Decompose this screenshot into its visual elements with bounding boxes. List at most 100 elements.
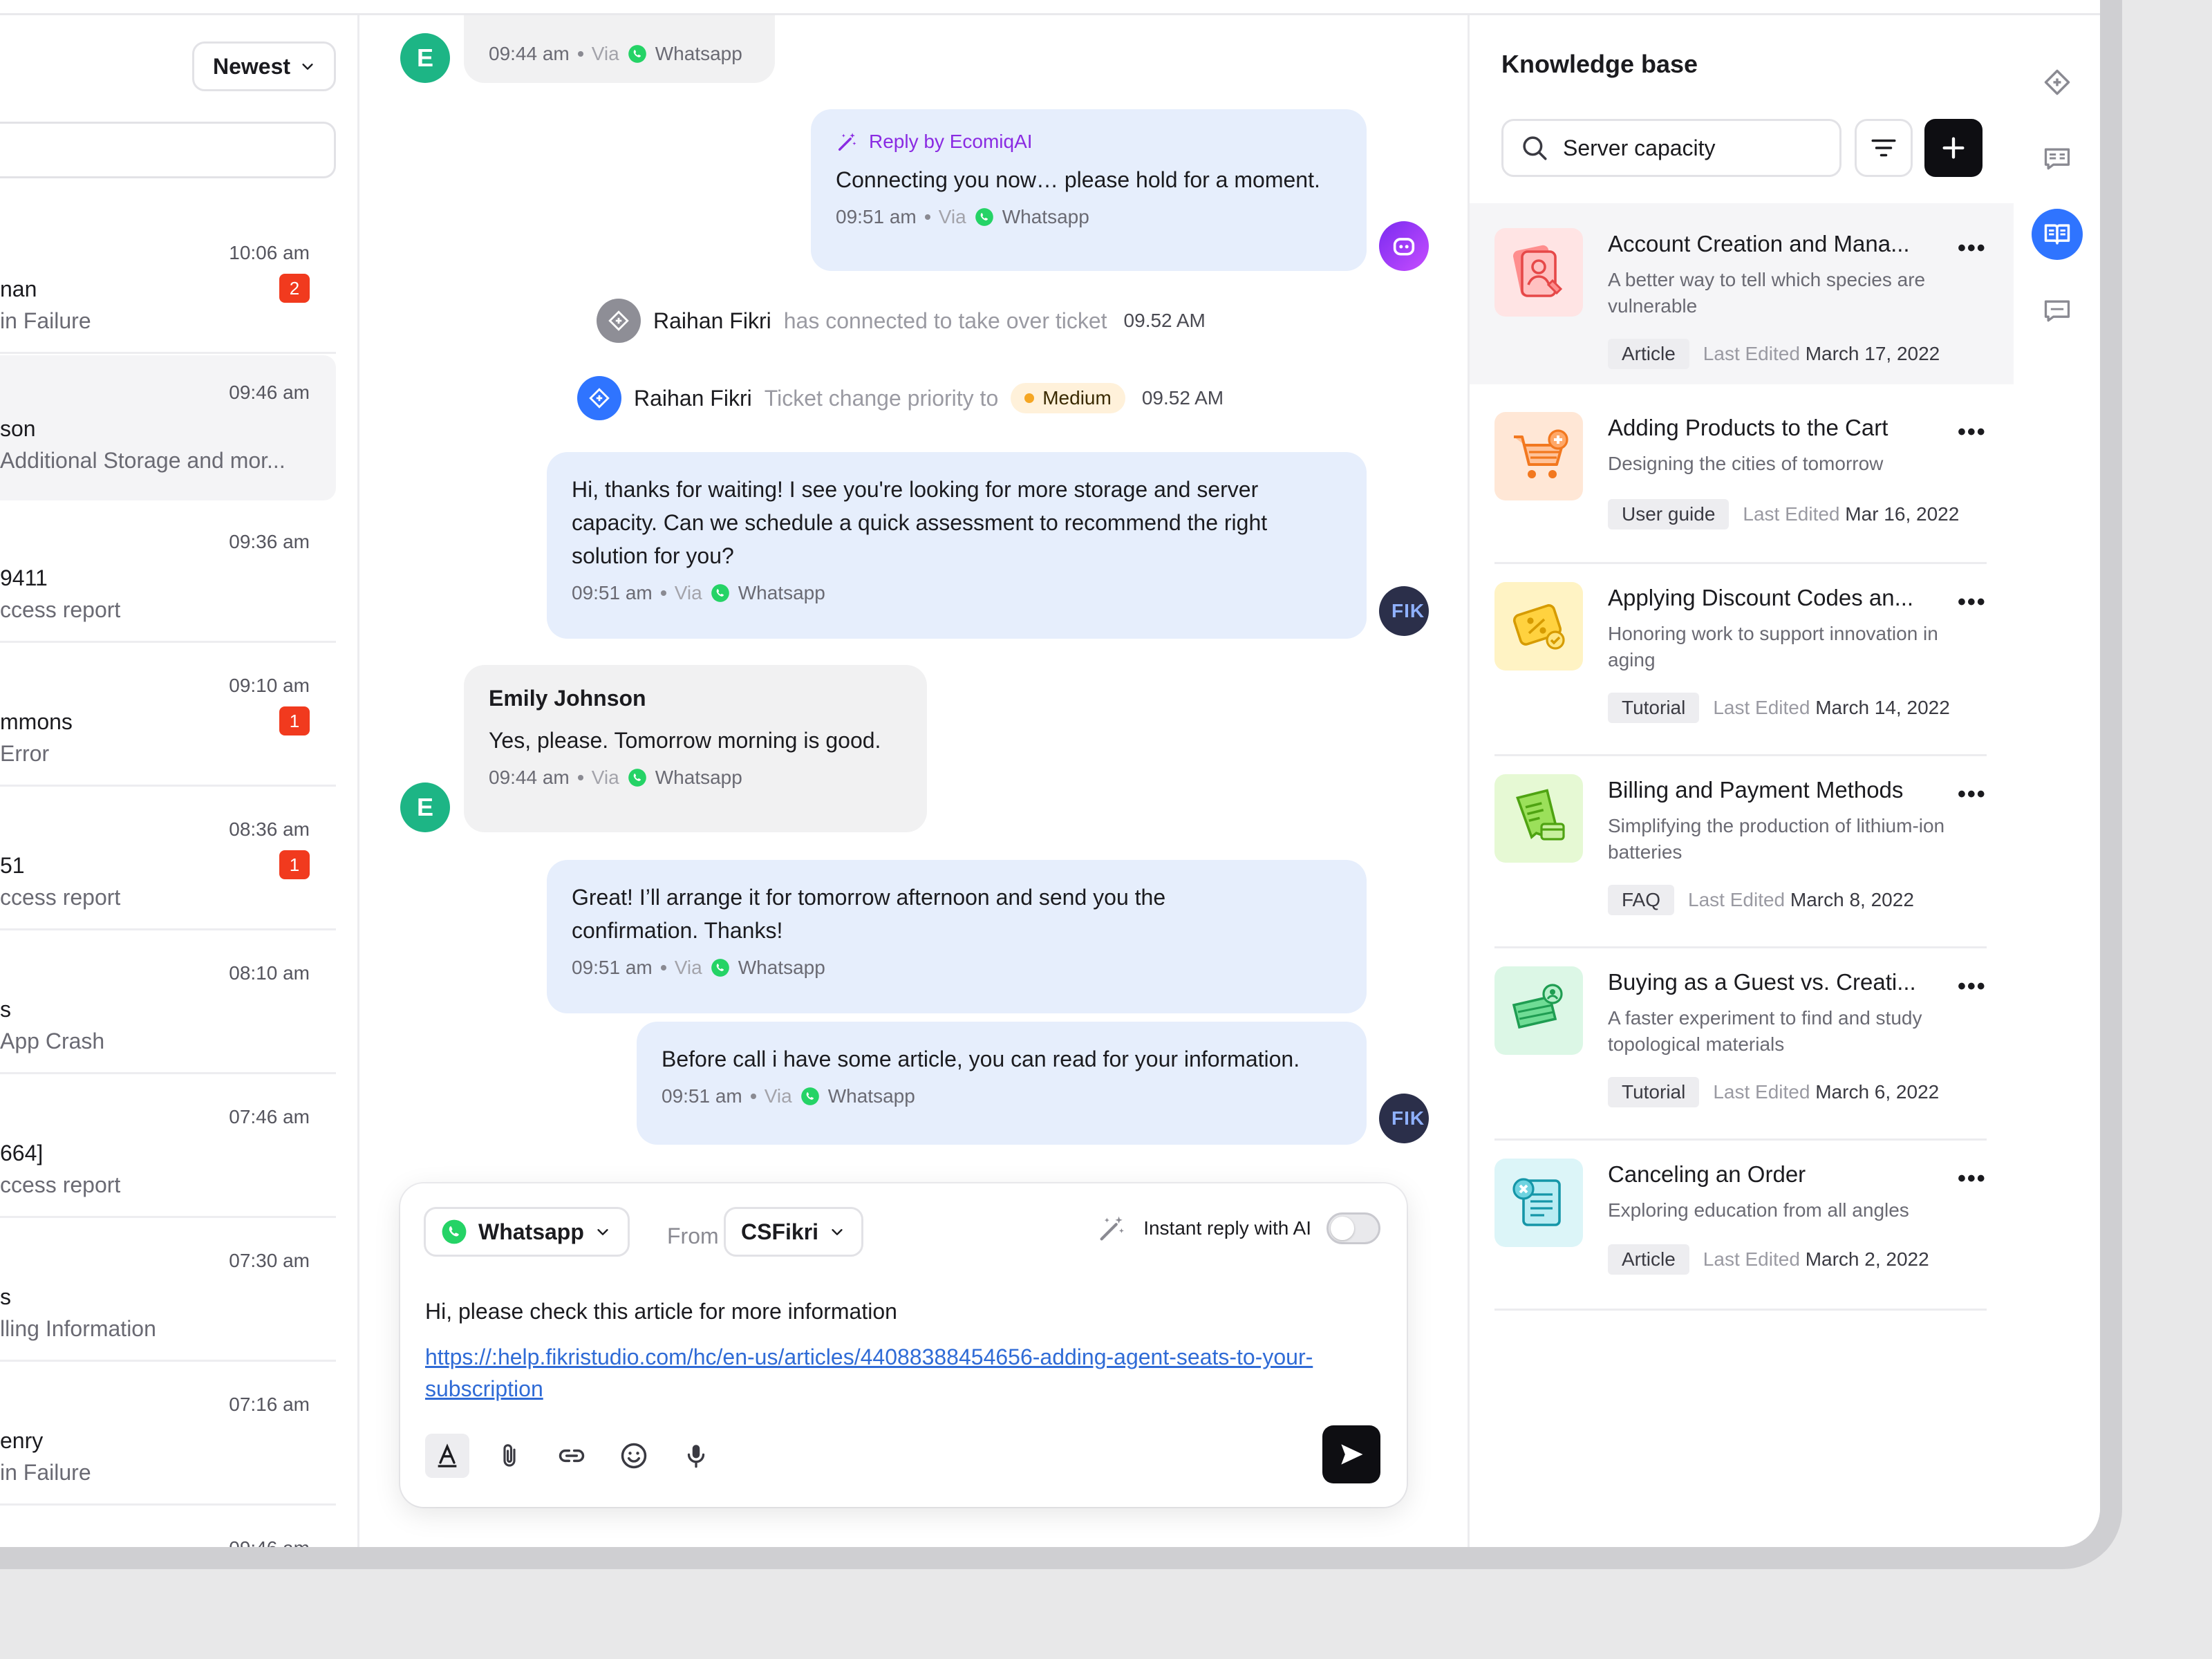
agent-avatar: FIK: [1379, 586, 1429, 636]
top-bar: [0, 0, 2100, 15]
channel-name: Whatsapp: [655, 43, 742, 64]
article-tag: Article: [1608, 339, 1689, 369]
edited-prefix: Last Edited: [1703, 343, 1800, 364]
priority-change-icon: [577, 376, 621, 420]
channel-name: Whatsapp: [738, 582, 825, 603]
ticket-time: 07:16 am: [229, 1394, 310, 1415]
message-meta: 09:51 am Via Whatsapp: [572, 957, 1342, 979]
kb-filter-button[interactable]: [1855, 119, 1913, 177]
cart-icon: [1494, 412, 1583, 500]
rail-knowledge-base-button[interactable]: [2032, 209, 2083, 260]
ticket-item-selected[interactable]: 09:46 am son Additional Storage and mor.…: [0, 355, 336, 500]
message-text: Hi, thanks for waiting! I see you're loo…: [572, 477, 1268, 568]
whatsapp-icon: [711, 584, 729, 602]
insert-link-button[interactable]: [550, 1434, 594, 1478]
message-time: 09:51 am: [572, 957, 653, 978]
ticket-item[interactable]: 10:06 am 2 nan in Failure: [0, 216, 336, 354]
more-options-button[interactable]: •••: [1958, 973, 1987, 1000]
ticket-item[interactable]: 09:46 am: [0, 1511, 336, 1547]
message-time: 09:44 am: [489, 43, 570, 64]
kb-article-item[interactable]: Canceling an Order ••• Exploring educati…: [1470, 1141, 2016, 1311]
article-edited: Last Edited Mar 16, 2022: [1743, 503, 1959, 525]
ticket-item[interactable]: 08:10 am s App Crash: [0, 936, 336, 1074]
whatsapp-icon: [800, 1087, 819, 1105]
article-tag: FAQ: [1608, 885, 1675, 915]
message-outgoing: Before call i have some article, you can…: [637, 1022, 1367, 1145]
emoji-button[interactable]: [612, 1434, 656, 1478]
ticket-time: 08:10 am: [229, 962, 310, 984]
article-description: Honoring work to support innovation in a…: [1608, 623, 1938, 671]
conversation-panel: 09:44 am Via Whatsapp E Reply by EcomiqA…: [362, 15, 1468, 1547]
knowledge-base-panel: Knowledge base Server capacity Account C…: [1468, 15, 2016, 1547]
rail-actions-button[interactable]: [2032, 57, 2083, 108]
ticket-time: 08:36 am: [229, 818, 310, 840]
ai-reply-toggle[interactable]: [1327, 1212, 1380, 1244]
ticket-item[interactable]: 07:46 am 664] ccess report: [0, 1080, 336, 1218]
ticket-subject: ccess report: [0, 885, 121, 910]
ticket-item[interactable]: 09:36 am 9411 ccess report: [0, 505, 336, 643]
kb-search-input[interactable]: Server capacity: [1501, 119, 1841, 177]
chevron-down-icon: [302, 64, 313, 70]
sort-dropdown[interactable]: Newest: [192, 41, 336, 91]
rail-notes-button[interactable]: [2032, 285, 2083, 336]
ticket-time: 07:46 am: [229, 1106, 310, 1127]
ticket-time: 07:30 am: [229, 1250, 310, 1271]
edited-date: March 14, 2022: [1815, 697, 1950, 718]
more-options-button[interactable]: •••: [1958, 1165, 1987, 1192]
bot-face-icon: [1393, 238, 1415, 256]
more-options-button[interactable]: •••: [1958, 781, 1987, 808]
ticket-item[interactable]: 07:30 am s lling Information: [0, 1224, 336, 1362]
unread-badge: 1: [279, 850, 310, 879]
channel-name: Whatsapp: [655, 767, 742, 788]
voice-button[interactable]: [674, 1434, 718, 1478]
more-options-button[interactable]: •••: [1958, 589, 1987, 616]
edited-prefix: Last Edited: [1743, 503, 1840, 525]
bot-avatar: [1379, 221, 1429, 271]
kb-add-button[interactable]: [1924, 119, 1983, 177]
message-meta: 09:44 am Via Whatsapp: [489, 43, 750, 65]
event-actor: Raihan Fikri: [634, 385, 752, 411]
contact-card-icon: [2044, 148, 2070, 170]
via-label: Via: [938, 206, 966, 227]
ticket-item[interactable]: 07:16 am enry in Failure: [0, 1367, 336, 1506]
message-outgoing: Hi, thanks for waiting! I see you're loo…: [547, 452, 1367, 639]
whatsapp-icon: [628, 769, 646, 787]
kb-article-item[interactable]: Account Creation and Mana... ••• A bette…: [1470, 203, 2016, 384]
more-options-button[interactable]: •••: [1958, 235, 1987, 262]
edited-date: March 8, 2022: [1790, 889, 1914, 910]
from-dropdown[interactable]: CSFikri: [724, 1207, 863, 1257]
ticket-search-input[interactable]: [0, 122, 336, 178]
article-footer: Article Last Edited March 17, 2022: [1608, 339, 1940, 369]
attach-button[interactable]: [487, 1434, 532, 1478]
reply-composer: Whatsapp From CSFikri Instant reply with…: [400, 1183, 1407, 1507]
kb-article-item[interactable]: Adding Products to the Cart ••• Designin…: [1470, 395, 2016, 564]
kb-article-item[interactable]: Billing and Payment Methods ••• Simplify…: [1470, 756, 2016, 948]
edited-date: March 2, 2022: [1805, 1248, 1929, 1270]
kb-article-item[interactable]: Buying as a Guest vs. Creati... ••• A fa…: [1470, 948, 2016, 1141]
more-options-button[interactable]: •••: [1958, 419, 1987, 446]
channel-name: Whatsapp: [738, 957, 825, 978]
dot-separator: [577, 51, 583, 57]
draft-article-link[interactable]: https://:help.fikristudio.com/hc/en-us/a…: [425, 1341, 1407, 1405]
channel-dropdown[interactable]: Whatsapp: [424, 1207, 630, 1257]
ticket-subject: ccess report: [0, 597, 121, 622]
article-footer: Article Last Edited March 2, 2022: [1608, 1244, 1929, 1275]
kb-article-item[interactable]: Applying Discount Codes an... ••• Honori…: [1470, 564, 2016, 756]
message-time: 09:51 am: [572, 582, 653, 603]
magic-wand-icon: [1100, 1216, 1125, 1241]
article-footer: Tutorial Last Edited March 14, 2022: [1608, 693, 1950, 723]
search-icon: [1523, 136, 1547, 160]
message-meta: 09:51 am Via Whatsapp: [836, 206, 1342, 228]
message-draft-input[interactable]: Hi, please check this article for more i…: [425, 1295, 1407, 1405]
rail-contact-button[interactable]: [2032, 133, 2083, 184]
unread-badge: 2: [279, 274, 310, 303]
system-event-priority: Raihan Fikri Ticket change priority to M…: [577, 376, 1224, 420]
message-incoming: Emily Johnson Yes, please. Tomorrow morn…: [464, 665, 927, 832]
ticket-subject: Additional Storage and mor...: [0, 448, 285, 473]
send-button[interactable]: [1322, 1425, 1380, 1483]
ticket-item[interactable]: 08:36 am 1 51 ccess report: [0, 792, 336, 930]
text-format-button[interactable]: [425, 1434, 469, 1478]
via-label: Via: [591, 767, 619, 788]
message-meta: 09:44 am Via Whatsapp: [489, 767, 902, 789]
ticket-item[interactable]: 09:10 am 1 mmons Error: [0, 648, 336, 787]
